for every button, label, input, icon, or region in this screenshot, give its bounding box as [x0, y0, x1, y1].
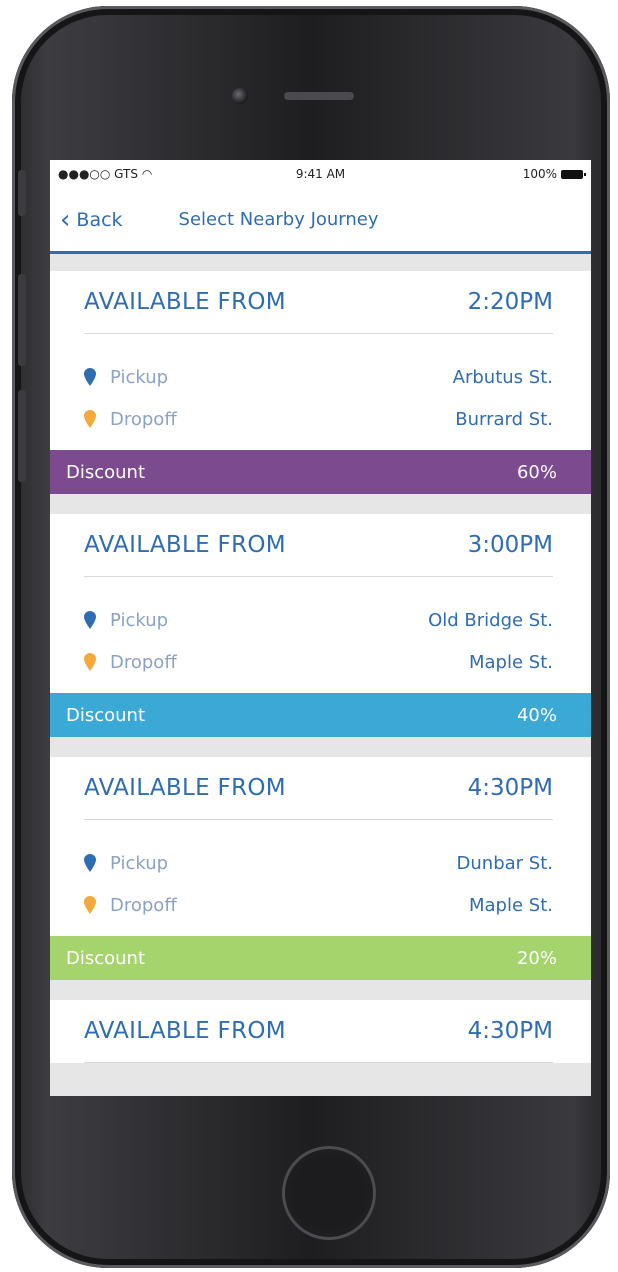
journey-card-header: AVAILABLE FROM 3:00PM [84, 514, 553, 577]
dropoff-pin-icon [84, 410, 96, 428]
dropoff-label: Dropoff [110, 894, 177, 916]
volume-down-button [18, 390, 26, 482]
pickup-row: Pickup Arbutus St. [84, 356, 553, 398]
pickup-pin-icon [84, 611, 96, 629]
carrier-label: ●●●○○ GTS [58, 167, 138, 181]
available-time: 4:30PM [467, 1018, 553, 1044]
available-from-label: AVAILABLE FROM [84, 775, 286, 801]
battery-indicator: 100% [522, 167, 586, 181]
discount-label: Discount [66, 947, 146, 969]
discount-label: Discount [66, 461, 146, 483]
home-button[interactable] [282, 1146, 376, 1240]
battery-percent: 100% [522, 167, 557, 181]
pickup-value: Dunbar St. [456, 852, 553, 874]
available-time: 2:20PM [467, 289, 553, 315]
status-bar: ●●●○○ GTS ◠ 9:41 AM 100% [50, 160, 591, 188]
pickup-row: Pickup Old Bridge St. [84, 599, 553, 641]
chevron-left-icon: ‹ [60, 204, 71, 235]
available-time: 4:30PM [467, 775, 553, 801]
front-camera [232, 88, 248, 104]
discount-bar: Discount 20% [50, 936, 591, 980]
journey-locations: Pickup Old Bridge St. Dropoff Maple St. [50, 577, 591, 693]
pickup-value: Arbutus St. [452, 366, 553, 388]
journey-card[interactable]: AVAILABLE FROM 3:00PM Pickup Old Bridge … [50, 514, 591, 737]
pickup-label: Pickup [110, 852, 169, 874]
dropoff-value: Burrard St. [455, 408, 553, 430]
mute-switch [18, 170, 26, 216]
journey-locations: Pickup Dunbar St. Dropoff Maple St. [50, 820, 591, 936]
back-button[interactable]: ‹ Back [60, 207, 123, 233]
earpiece-speaker [284, 92, 354, 100]
dropoff-label: Dropoff [110, 408, 177, 430]
dropoff-value: Maple St. [469, 651, 553, 673]
journey-card-header: AVAILABLE FROM 4:30PM [84, 1000, 553, 1063]
pickup-row: Pickup Dunbar St. [84, 842, 553, 884]
battery-icon [561, 170, 586, 179]
screen: ●●●○○ GTS ◠ 9:41 AM 100% ‹ Back Select N… [50, 160, 591, 1096]
pickup-label: Pickup [110, 609, 169, 631]
page-title: Select Nearby Journey [178, 209, 379, 230]
discount-value: 40% [516, 704, 557, 726]
dropoff-row: Dropoff Maple St. [84, 641, 553, 683]
carrier-signal: ●●●○○ GTS ◠ [58, 167, 152, 181]
discount-value: 20% [516, 947, 557, 969]
journey-card-header: AVAILABLE FROM 2:20PM [84, 271, 553, 334]
pickup-pin-icon [84, 854, 96, 872]
dropoff-label: Dropoff [110, 651, 177, 673]
wifi-icon: ◠ [141, 167, 153, 181]
dropoff-pin-icon [84, 653, 96, 671]
discount-bar: Discount 40% [50, 693, 591, 737]
discount-bar: Discount 60% [50, 450, 591, 494]
available-time: 3:00PM [467, 532, 553, 558]
dropoff-row: Dropoff Maple St. [84, 884, 553, 926]
dropoff-row: Dropoff Burrard St. [84, 398, 553, 440]
pickup-label: Pickup [110, 366, 169, 388]
dropoff-value: Maple St. [469, 894, 553, 916]
pickup-pin-icon [84, 368, 96, 386]
available-from-label: AVAILABLE FROM [84, 289, 286, 315]
pickup-value: Old Bridge St. [428, 609, 553, 631]
available-from-label: AVAILABLE FROM [84, 532, 286, 558]
journey-locations: Pickup Arbutus St. Dropoff Burrard St. [50, 334, 591, 450]
discount-label: Discount [66, 704, 146, 726]
journey-list: AVAILABLE FROM 2:20PM Pickup Arbutus St.… [50, 254, 591, 1063]
available-from-label: AVAILABLE FROM [84, 1018, 286, 1044]
journey-card[interactable]: AVAILABLE FROM 2:20PM Pickup Arbutus St.… [50, 271, 591, 494]
volume-up-button [18, 274, 26, 366]
journey-card[interactable]: AVAILABLE FROM 4:30PM Pickup Dunbar St. … [50, 757, 591, 980]
navigation-bar: ‹ Back Select Nearby Journey [50, 188, 591, 254]
discount-value: 60% [516, 461, 557, 483]
dropoff-pin-icon [84, 896, 96, 914]
back-label: Back [76, 208, 123, 231]
journey-card-header: AVAILABLE FROM 4:30PM [84, 757, 553, 820]
journey-card[interactable]: AVAILABLE FROM 4:30PM [50, 1000, 591, 1063]
